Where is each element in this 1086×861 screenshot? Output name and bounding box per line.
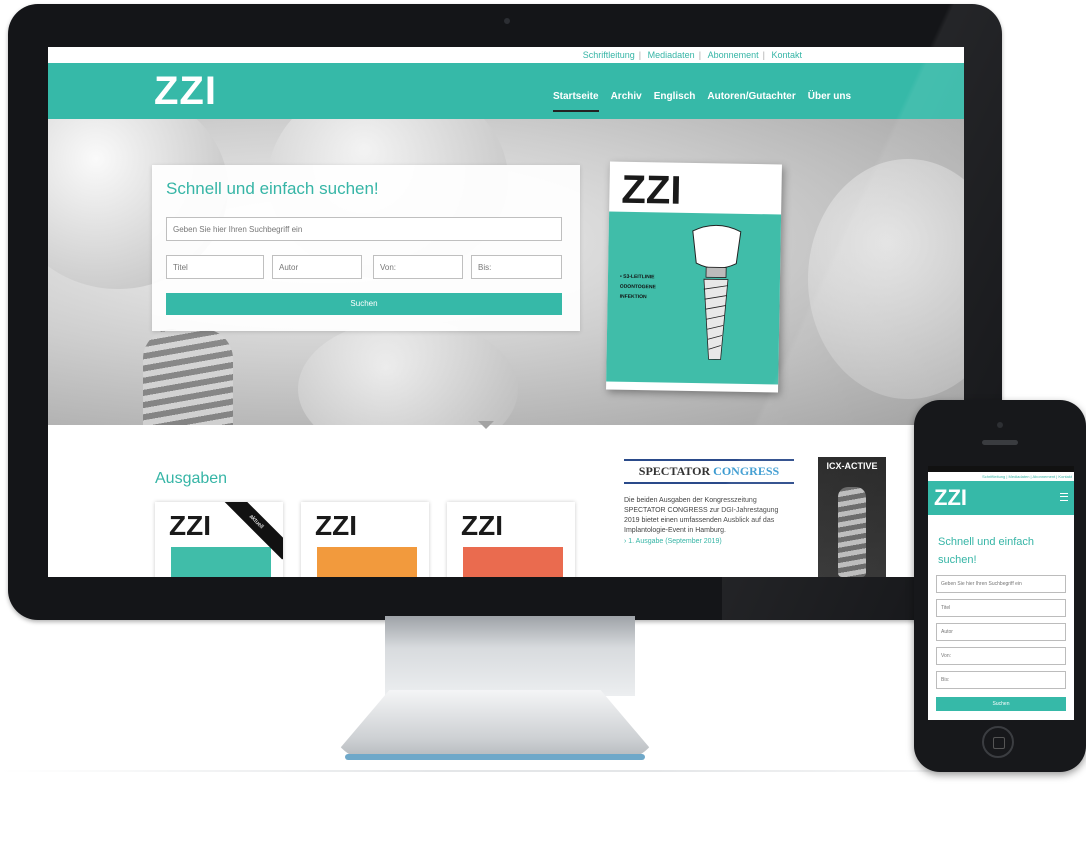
main-nav: Startseite Archiv Englisch Autoren/Gutac…	[553, 91, 851, 112]
monitor-base	[330, 690, 660, 760]
author-field[interactable]: Autor	[272, 255, 362, 279]
mobile-search-title: Schnell und einfach suchen!	[938, 536, 1035, 566]
ad-banner[interactable]: ICX-ACTIVE	[818, 457, 886, 577]
spectator-link[interactable]: › 1. Ausgabe (September 2019)	[624, 538, 794, 545]
nav-item-ueber-uns[interactable]: Über uns	[808, 91, 851, 112]
floor-line	[0, 770, 1086, 772]
home-button-icon[interactable]	[982, 726, 1014, 758]
nav-item-englisch[interactable]: Englisch	[654, 91, 696, 112]
mobile-util-link[interactable]: Kontakt	[1058, 474, 1072, 479]
magazine-cover[interactable]: ZZI • S3-LEITLINIE ODONTOGENE INFEKTION	[606, 161, 782, 393]
speaker-icon	[982, 440, 1018, 445]
mobile-util-link[interactable]: Abonnement	[1032, 474, 1055, 479]
mobile-screen: Schriftleitung | Mediadaten | Abonnement…	[928, 466, 1074, 720]
hero-banner: Schnell und einfach suchen! Geben Sie hi…	[48, 119, 964, 425]
spectator-logo[interactable]: SPECTATOR CONGRESS	[624, 459, 794, 484]
mobile-phone: Schriftleitung | Mediadaten | Abonnement…	[914, 400, 1086, 772]
issue-card[interactable]: ZZI	[301, 502, 429, 577]
issue-cover-band	[317, 547, 417, 577]
title-field[interactable]: Titel	[166, 255, 264, 279]
desktop-monitor: Schriftleitung | Mediadaten | Abonnement | …	[8, 4, 1002, 620]
site-header: ZZI Startseite Archiv Englisch Autoren/G…	[48, 63, 964, 119]
hamburger-menu-icon[interactable]	[1060, 493, 1068, 501]
camera-icon	[504, 18, 510, 24]
spectator-congress-box: SPECTATOR CONGRESS Die beiden Ausgaben d…	[624, 459, 794, 545]
issue-logo: ZZI	[315, 510, 357, 541]
tooth-image	[298, 319, 518, 425]
mobile-header: ZZI	[928, 481, 1074, 515]
issue-card[interactable]: ZZI	[447, 502, 575, 577]
search-input[interactable]: Geben Sie hier Ihren Suchbegriff ein	[166, 217, 562, 241]
search-button[interactable]: Suchen	[166, 293, 562, 315]
mobile-logo[interactable]: ZZI	[934, 485, 967, 511]
nav-item-archiv[interactable]: Archiv	[611, 91, 642, 112]
cover-background: • S3-LEITLINIE ODONTOGENE INFEKTION	[606, 211, 782, 385]
mobile-search-button[interactable]: Suchen	[936, 697, 1066, 711]
hero-notch	[478, 421, 494, 429]
util-link-schriftleitung[interactable]: Schriftleitung	[583, 50, 635, 60]
from-field[interactable]: Von:	[373, 255, 463, 279]
section-title-ausgaben: Ausgaben	[155, 470, 228, 487]
ad-title: ICX-ACTIVE	[826, 461, 878, 471]
mobile-util-link[interactable]: Schriftleitung	[982, 474, 1005, 479]
mobile-to-field[interactable]: Bis:	[936, 671, 1066, 689]
mobile-utility-links: Schriftleitung | Mediadaten | Abonnement…	[982, 474, 1072, 479]
implant-icon	[692, 224, 742, 360]
cover-logo: ZZI	[621, 167, 682, 213]
search-title: Schnell und einfach suchen!	[166, 179, 379, 198]
util-link-mediadaten[interactable]: Mediadaten	[648, 50, 695, 60]
issue-logo: ZZI	[169, 510, 211, 541]
utility-links: Schriftleitung | Mediadaten | Abonnement | …	[48, 47, 964, 63]
mobile-title-field[interactable]: Titel	[936, 599, 1066, 617]
issue-card[interactable]: ZZI aktuell	[155, 502, 283, 577]
util-link-kontakt[interactable]: Kontakt	[771, 50, 802, 60]
mobile-util-link[interactable]: Mediadaten	[1009, 474, 1030, 479]
mobile-author-field[interactable]: Autor	[936, 623, 1066, 641]
util-link-abonnement[interactable]: Abonnement	[708, 50, 759, 60]
issue-logo: ZZI	[461, 510, 503, 541]
implant-image	[143, 329, 233, 425]
search-panel: Schnell und einfach suchen! Geben Sie hi…	[152, 165, 580, 331]
issue-cover-band	[171, 547, 271, 577]
spectator-text: Die beiden Ausgaben der Kongresszeitung …	[624, 497, 779, 534]
cover-headline: • S3-LEITLINIE ODONTOGENE INFEKTION	[619, 273, 656, 301]
nav-item-autoren[interactable]: Autoren/Gutachter	[707, 91, 795, 112]
desktop-screen: Schriftleitung | Mediadaten | Abonnement | …	[48, 47, 964, 577]
implant-icon	[838, 487, 866, 577]
nav-item-startseite[interactable]: Startseite	[553, 91, 599, 112]
site-logo[interactable]: ZZI	[154, 69, 217, 114]
mobile-search-input[interactable]: Geben Sie hier Ihren Suchbegriff ein	[936, 575, 1066, 593]
mobile-from-field[interactable]: Von:	[936, 647, 1066, 665]
issue-cover-band	[463, 547, 563, 577]
camera-icon	[997, 422, 1003, 428]
monitor-stand	[385, 616, 635, 696]
tooth-image	[808, 159, 964, 399]
to-field[interactable]: Bis:	[471, 255, 562, 279]
